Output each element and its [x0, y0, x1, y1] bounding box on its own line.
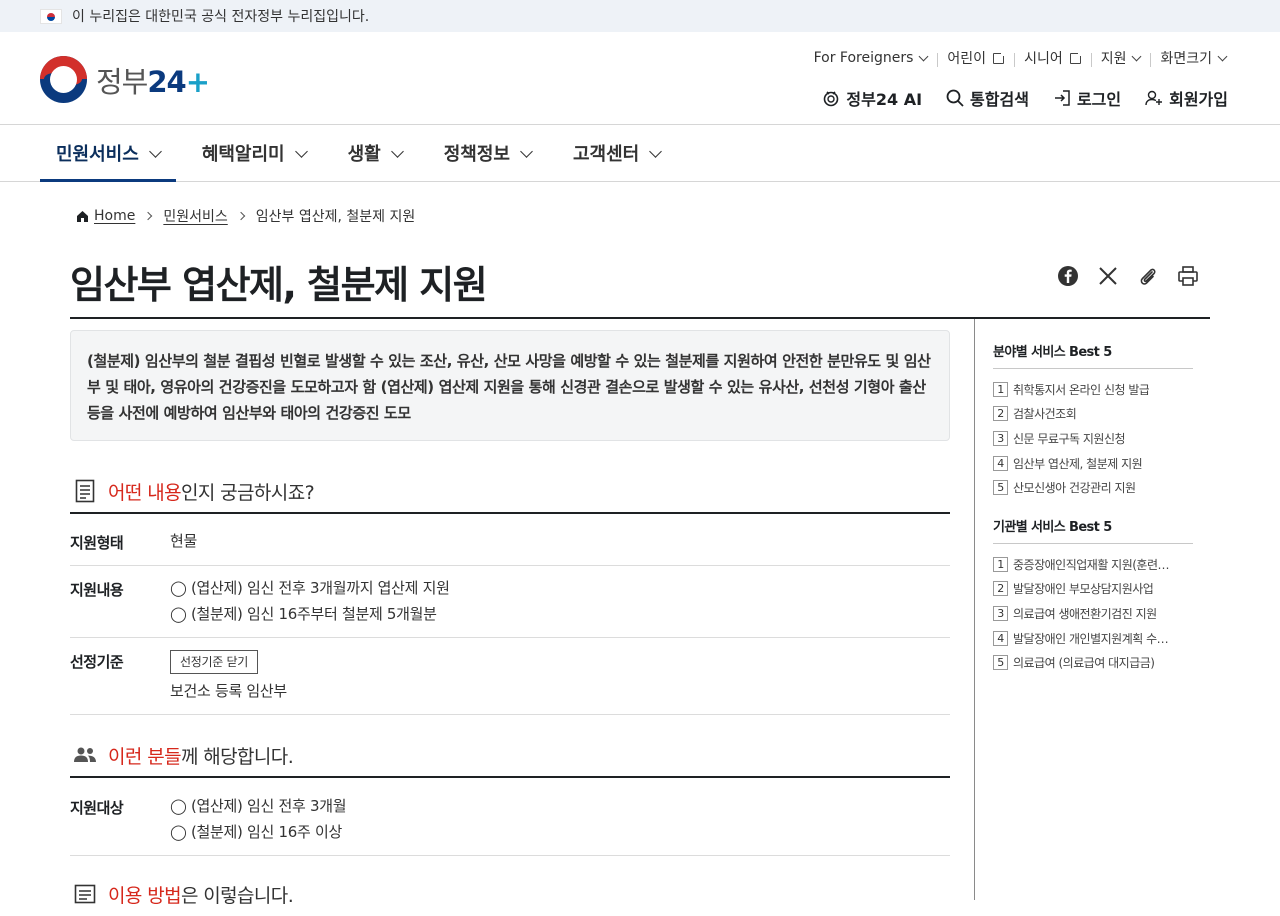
gov24-ai-button[interactable]: 정부24 AI — [822, 86, 922, 110]
gnb-customer-center[interactable]: 고객센터 — [557, 125, 676, 181]
external-link-icon — [993, 50, 1007, 64]
list-item[interactable]: 4 발달장애인 개인별지원계획 수립… — [993, 626, 1193, 651]
chevron-down-icon — [918, 51, 929, 61]
list-item[interactable]: 1 중증장애인직업재활 지원(훈련수… — [993, 552, 1193, 577]
chevron-right-icon — [144, 211, 153, 221]
list-item[interactable]: 1 취학통지서 온라인 신청 발급 — [993, 377, 1193, 402]
title-divider — [70, 317, 1210, 319]
logo-mark-icon — [40, 56, 87, 103]
chevron-down-icon — [294, 144, 308, 158]
korean-flag-icon — [40, 8, 62, 24]
site-header: 정부24+ For Foreigners 어린이 시니어 지원 화면크기 정부2… — [0, 32, 1280, 125]
util-senior[interactable]: 시니어 — [1014, 48, 1091, 68]
chevron-down-icon — [520, 144, 533, 158]
list-item[interactable]: 2 발달장애인 부모상담지원사업 — [993, 577, 1193, 602]
login-button[interactable]: 로그인 — [1053, 86, 1121, 110]
signup-button[interactable]: 회원가입 — [1145, 86, 1228, 110]
print-icon[interactable] — [1176, 264, 1200, 288]
row-value: ◯ (엽산제) 임신 전후 3개월까지 엽산제 지원 ◯ (철분제) 임신 16… — [170, 575, 450, 637]
chevron-down-icon — [1132, 51, 1142, 61]
gnb-policy[interactable]: 정책정보 — [428, 125, 547, 181]
row-value-line: ◯ (철분제) 임신 16주부터 철분제 5개월분 — [170, 605, 437, 623]
main-utility: 정부24 AI 통합검색 로그인 회원가입 — [798, 84, 1228, 112]
util-children[interactable]: 어린이 — [937, 48, 1014, 68]
row-value: ◯ (엽산제) 임신 전후 3개월 ◯ (철분제) 임신 16주 이상 — [170, 793, 347, 855]
org-best-list: 1 중증장애인직업재활 지원(훈련수… 2 발달장애인 부모상담지원사업 3 의료급여… — [993, 552, 1193, 675]
list-icon — [72, 884, 98, 904]
chevron-right-icon — [236, 211, 245, 221]
breadcrumb: Home 민원서비스 임산부 엽산제, 철분제 지원 — [76, 206, 415, 226]
util-screen-size[interactable]: 화면크기 — [1150, 48, 1236, 68]
breadcrumb-home[interactable]: Home — [94, 208, 135, 224]
info-row-support-type: 지원형태 현물 — [70, 515, 950, 566]
home-icon — [76, 210, 89, 223]
sidebar-title: 분야별 서비스 Best 5 — [993, 341, 1193, 369]
row-label: 선정기준 — [70, 653, 124, 671]
util-support[interactable]: 지원 — [1090, 48, 1151, 68]
info-row-selection-criteria: 선정기준 선정기준 닫기 보건소 등록 임산부 — [70, 638, 950, 715]
share-toolbar — [1040, 264, 1200, 288]
section-title: 이용 방법은 이렇습니다. — [108, 884, 294, 907]
page-title: 임산부 엽산제, 철분제 지원 — [70, 263, 488, 307]
user-plus-icon — [1145, 89, 1163, 107]
document-icon — [72, 479, 98, 503]
row-label: 지원내용 — [70, 581, 124, 599]
list-item[interactable]: 3 의료급여 생애전환기검진 지원 — [993, 601, 1193, 626]
login-icon — [1053, 89, 1071, 107]
section-title: 어떤 내용인지 궁금하시죠? — [108, 481, 315, 504]
external-link-icon — [1069, 50, 1083, 64]
field-best-list: 1 취학통지서 온라인 신청 발급 2 검찰사건조회 3 신문 무료구독 지원신청 4… — [993, 377, 1193, 500]
utility-nav: For Foreigners 어린이 시니어 지원 화면크기 — [804, 46, 1236, 70]
search-icon — [946, 89, 964, 107]
org-best-services: 기관별 서비스 Best 5 1 중증장애인직업재활 지원(훈련수… 2 발달장애인… — [993, 516, 1193, 675]
row-value: 현물 — [170, 532, 198, 550]
row-value-line: ◯ (철분제) 임신 16주 이상 — [170, 823, 342, 841]
gov-banner-text: 이 누리집은 대한민국 공식 전자정부 누리집입니다. — [72, 9, 370, 25]
main-navigation: 민원서비스 혜택알리미 생활 정책정보 고객센터 — [0, 125, 1280, 182]
gov-banner: 이 누리집은 대한민국 공식 전자정부 누리집입니다. — [0, 0, 1280, 32]
section-how-to-use: 이용 방법은 이렇습니다. — [70, 872, 950, 916]
people-icon — [72, 746, 98, 764]
breadcrumb-current: 임산부 엽산제, 철분제 지원 — [255, 209, 416, 225]
section-what-content: 어떤 내용인지 궁금하시죠? — [70, 470, 950, 514]
list-item[interactable]: 3 신문 무료구독 지원신청 — [993, 426, 1193, 451]
link-icon[interactable] — [1136, 264, 1160, 288]
ai-icon — [822, 89, 840, 107]
row-value-line: ◯ (엽산제) 임신 전후 3개월 — [170, 797, 347, 815]
gnb-life[interactable]: 생활 — [332, 125, 418, 181]
sidebar-divider — [974, 319, 975, 900]
row-label: 지원형태 — [70, 534, 124, 552]
integrated-search-button[interactable]: 통합검색 — [946, 86, 1029, 110]
info-row-target: 지원대상 ◯ (엽산제) 임신 전후 3개월 ◯ (철분제) 임신 16주 이상 — [70, 779, 950, 856]
gnb-benefits[interactable]: 혜택알리미 — [186, 125, 322, 181]
field-best-services: 분야별 서비스 Best 5 1 취학통지서 온라인 신청 발급 2 검찰사건조회 … — [993, 341, 1193, 500]
service-summary: (철분제) 임산부의 철분 결핍성 빈혈로 발생할 수 있는 조산, 유산, 산… — [70, 330, 950, 441]
list-item[interactable]: 5 산모신생아 건강관리 지원 — [993, 475, 1193, 500]
util-for-foreigners[interactable]: For Foreigners — [804, 50, 938, 66]
row-value-line: ◯ (엽산제) 임신 전후 3개월까지 엽산제 지원 — [170, 579, 450, 597]
section-eligible-people: 이런 분들께 해당합니다. — [70, 734, 950, 778]
breadcrumb-civil-service[interactable]: 민원서비스 — [163, 206, 227, 226]
chevron-down-icon — [148, 144, 162, 158]
chevron-down-icon — [649, 144, 663, 158]
row-value-line: 보건소 등록 임산부 — [170, 682, 287, 700]
logo-text: 정부24+ — [96, 64, 210, 99]
gnb-civil-service[interactable]: 민원서비스 — [40, 125, 176, 182]
chevron-down-icon — [390, 144, 404, 158]
facebook-icon[interactable] — [1056, 264, 1080, 288]
criteria-close-button[interactable]: 선정기준 닫기 — [170, 650, 258, 674]
chevron-down-icon — [1217, 51, 1228, 61]
x-icon[interactable] — [1096, 264, 1120, 288]
row-label: 지원대상 — [70, 799, 124, 817]
info-row-support-content: 지원내용 ◯ (엽산제) 임신 전후 3개월까지 엽산제 지원 ◯ (철분제) … — [70, 566, 950, 638]
list-item[interactable]: 5 의료급여 (의료급여 대지급금) — [993, 650, 1193, 675]
section-title: 이런 분들께 해당합니다. — [108, 745, 294, 768]
site-logo[interactable]: 정부24+ — [40, 56, 210, 103]
list-item[interactable]: 2 검찰사건조회 — [993, 402, 1193, 427]
row-value: 선정기준 닫기 보건소 등록 임산부 — [170, 648, 287, 714]
list-item[interactable]: 4 임산부 엽산제, 철분제 지원 — [993, 451, 1193, 476]
sidebar-title: 기관별 서비스 Best 5 — [993, 516, 1193, 544]
